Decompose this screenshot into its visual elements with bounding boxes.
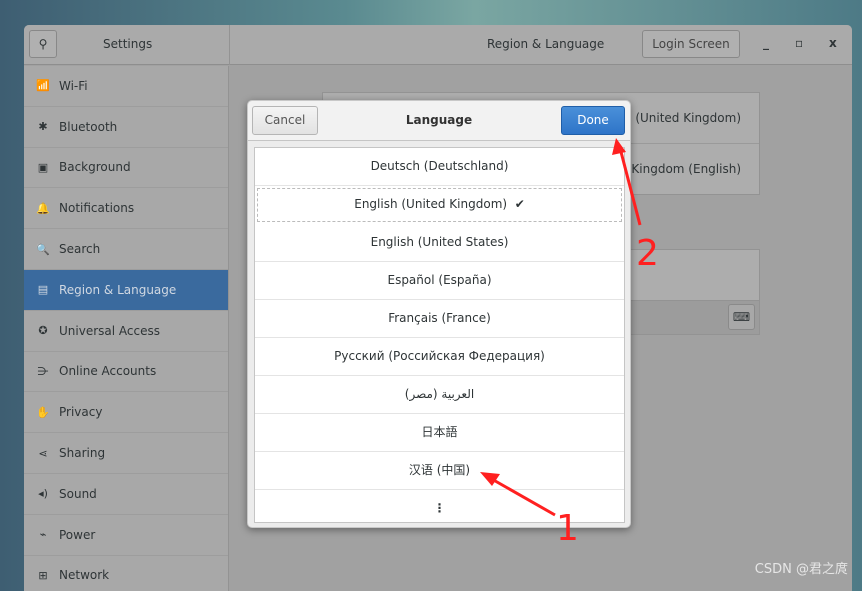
arrow-2 (618, 147, 642, 226)
step-1-label: 1 (556, 508, 579, 549)
annotation-arrows (480, 138, 642, 517)
watermark: CSDN @君之庹 (754, 562, 848, 577)
arrow-1 (489, 476, 556, 517)
arrow-1-head (480, 472, 500, 486)
arrow-2-head (612, 138, 626, 155)
step-2-label: 2 (636, 233, 659, 274)
